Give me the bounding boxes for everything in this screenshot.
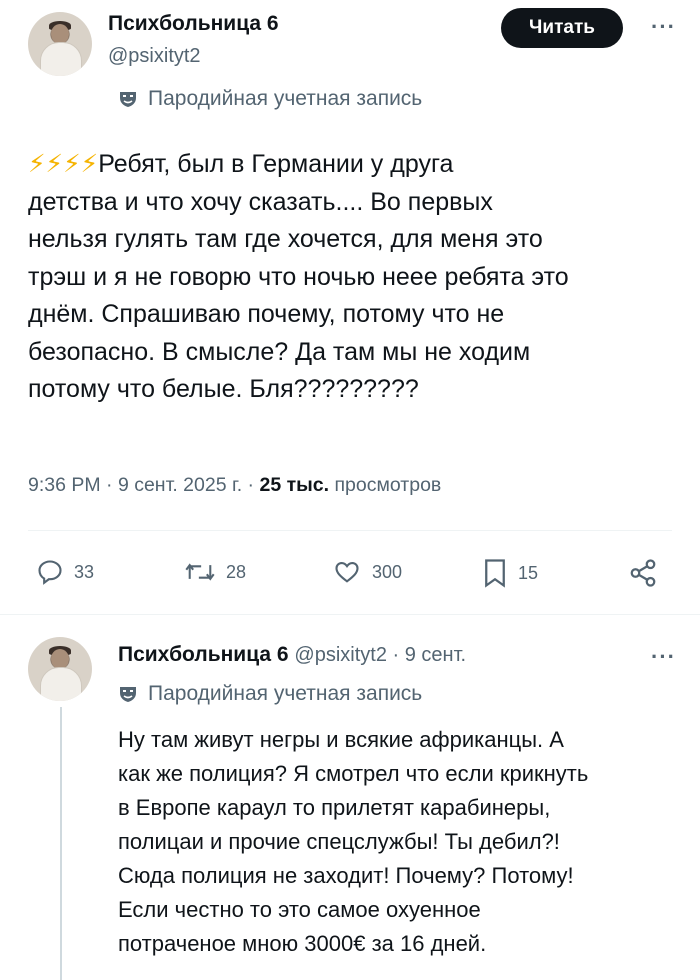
divider	[0, 614, 700, 615]
retweet-button[interactable]: 28	[184, 558, 246, 586]
share-icon	[630, 559, 656, 587]
reply-line: Если честно то это самое охуенное	[118, 897, 481, 922]
mask-icon	[120, 92, 136, 107]
author-handle[interactable]: @psixityt2	[108, 45, 201, 68]
mask-icon	[120, 687, 136, 702]
reply-line: как же полиция? Я смотрел что если крикн…	[118, 761, 589, 786]
like-icon	[335, 561, 359, 583]
like-count: 300	[372, 561, 403, 582]
reply-line: потраченое мною 3000€ за 16 дней.	[118, 931, 487, 956]
tweet-line: нельзя гулять там где хочется, для меня …	[28, 225, 543, 253]
reply-text: Ну там живут негры и всякие африканцы. А…	[118, 723, 688, 961]
parody-label: Пародийная учетная запись	[148, 87, 423, 110]
retweet-count: 28	[226, 561, 247, 582]
bookmark-icon	[485, 559, 505, 588]
parody-notice: Пародийная учетная запись	[118, 87, 422, 111]
reply-line: Сюда полиция не заходит! Почему? Потому!	[118, 863, 574, 888]
reply-line: Ну там живут негры и всякие африканцы. А	[118, 727, 564, 752]
lightning-emoji: ⚡⚡⚡⚡	[28, 150, 99, 178]
reply-count: 33	[74, 561, 95, 582]
reply-header: Психбольница 6 @psixityt2 · 9 сент.	[118, 643, 466, 667]
follow-button[interactable]: Читать	[501, 8, 623, 48]
tweet-line: днём. Спрашиваю почему, потому что не	[28, 300, 505, 328]
tweet-line: трэш и я не говорю что ночью неее ребята…	[28, 262, 569, 291]
reply-parody-label: Пародийная учетная запись	[148, 682, 423, 705]
tweet-line: ⚡⚡⚡⚡Ребят, был в Германии у друга	[28, 150, 454, 178]
bookmark-count: 15	[518, 562, 539, 583]
tweet-line: детства и что хочу сказать.... Во первых	[28, 187, 493, 216]
reply-icon	[38, 560, 62, 585]
more-options-icon[interactable]: ···	[651, 14, 676, 40]
tweet-text: ⚡⚡⚡⚡Ребят, был в Германии у друга детств…	[28, 146, 678, 409]
avatar[interactable]	[28, 637, 92, 701]
reply-parody-notice: Пародийная учетная запись	[118, 682, 422, 706]
reply-handle-date[interactable]: @psixityt2 · 9 сент.	[294, 644, 466, 666]
reply-line: в Европе караул то прилетят карабинеры,	[118, 795, 551, 820]
tweet-line: безопасно. В смысле? Да там мы не ходим	[28, 337, 531, 366]
share-button[interactable]	[628, 558, 658, 588]
tweet-meta: 9:36 PM · 9 сент. 2025 г. · 25 тыс. прос…	[28, 474, 441, 497]
author-name[interactable]: Психбольница 6	[108, 12, 279, 36]
thread-line	[60, 707, 62, 980]
views-label: просмотров	[334, 474, 442, 496]
timestamp[interactable]: 9:36 PM · 9 сент. 2025 г. ·	[28, 474, 259, 496]
reply-more-options-icon[interactable]: ···	[651, 644, 676, 670]
avatar[interactable]	[28, 12, 92, 76]
reply-line: полицаи и прочие спецслужбы! Ты дебил?!	[118, 829, 560, 854]
views-count: 25 тыс.	[259, 474, 330, 496]
bookmark-button[interactable]: 15	[482, 558, 538, 588]
tweet-line: потому что белые. Бля?????????	[28, 375, 419, 403]
retweet-icon	[185, 563, 215, 581]
reply-author-name[interactable]: Психбольница 6	[118, 643, 289, 666]
divider	[28, 530, 672, 531]
reply-button[interactable]: 33	[36, 558, 94, 586]
like-button[interactable]: 300	[332, 558, 402, 586]
